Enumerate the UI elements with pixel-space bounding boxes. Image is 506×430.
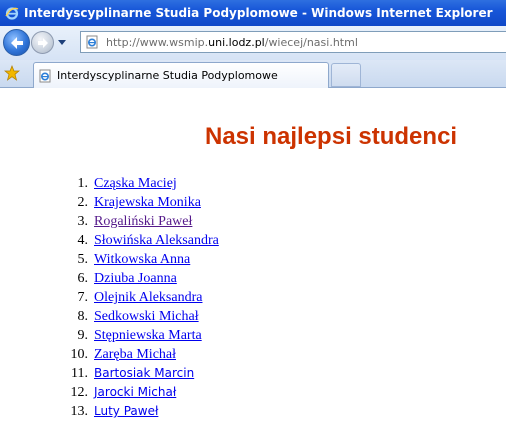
page-content: Nasi najlepsi studenci 1. Cząska Maciej 2… — [0, 88, 506, 430]
forward-arrow-icon — [37, 37, 48, 48]
back-arrow-icon — [10, 36, 23, 49]
student-link[interactable]: Dziuba Joanna — [94, 269, 177, 288]
navigation-bar: http://www.wsmip.uni.lodz.pl/wiecej/nasi… — [0, 26, 506, 60]
address-bar[interactable]: http://www.wsmip.uni.lodz.pl/wiecej/nasi… — [80, 31, 506, 53]
tab-label: Interdyscyplinarne Studia Podyplomowe — [57, 69, 278, 82]
window-title: Interdyscyplinarne Studia Podyplomowe - … — [24, 6, 493, 20]
student-link[interactable]: Luty Paweł — [94, 402, 158, 421]
favorites-star-icon — [4, 65, 20, 81]
student-link[interactable]: Rogaliński Paweł — [94, 212, 192, 231]
url-domain: uni.lodz.pl — [208, 35, 265, 49]
list-number: 10. — [70, 347, 89, 362]
student-link[interactable]: Sedkowski Michał — [94, 307, 199, 326]
list-number: 11. — [71, 366, 88, 381]
ie-page-icon — [37, 68, 53, 84]
chevron-down-icon — [58, 39, 66, 45]
list-number: 4. — [77, 233, 89, 248]
favorites-button[interactable] — [3, 64, 21, 82]
list-number: 8. — [77, 309, 89, 324]
ie-logo-icon — [4, 5, 20, 21]
student-link[interactable]: Krajewska Monika — [94, 193, 201, 212]
list-number: 9. — [77, 328, 89, 343]
student-link[interactable]: Zaręba Michał — [94, 345, 176, 364]
page-heading: Nasi najlepsi studenci — [205, 123, 458, 150]
url-path: /wiecej/nasi.html — [264, 35, 358, 49]
student-link[interactable]: Cząska Maciej — [94, 174, 177, 193]
student-link[interactable]: Stępniewska Marta — [94, 326, 202, 345]
student-link[interactable]: Jarocki Michał — [94, 383, 176, 402]
recent-pages-dropdown[interactable] — [57, 37, 67, 47]
address-url: http://www.wsmip.uni.lodz.pl/wiecej/nasi… — [106, 36, 358, 49]
list-number: 12. — [70, 385, 89, 400]
ie-page-icon — [84, 34, 100, 50]
tab-active[interactable]: Interdyscyplinarne Studia Podyplomowe — [33, 62, 329, 88]
url-prefix: http://www.wsmip. — [106, 35, 209, 49]
student-link[interactable]: Olejnik Aleksandra — [94, 288, 202, 307]
list-number: 1. — [77, 176, 89, 191]
list-number: 6. — [77, 271, 89, 286]
back-button[interactable] — [3, 29, 30, 56]
forward-button[interactable] — [31, 31, 54, 54]
list-number: 7. — [77, 290, 89, 305]
window-title-bar[interactable]: Interdyscyplinarne Studia Podyplomowe - … — [0, 0, 506, 26]
list-number: 3. — [77, 214, 89, 229]
tab-bar: Interdyscyplinarne Studia Podyplomowe — [0, 60, 506, 88]
list-number: 2. — [77, 195, 89, 210]
student-link[interactable]: Witkowska Anna — [94, 250, 190, 269]
list-number: 13. — [70, 404, 89, 419]
student-link[interactable]: Bartosiak Marcin — [94, 364, 194, 383]
list-number: 5. — [77, 252, 89, 267]
new-tab-button[interactable] — [331, 63, 361, 87]
student-link[interactable]: Słowińska Aleksandra — [94, 231, 219, 250]
